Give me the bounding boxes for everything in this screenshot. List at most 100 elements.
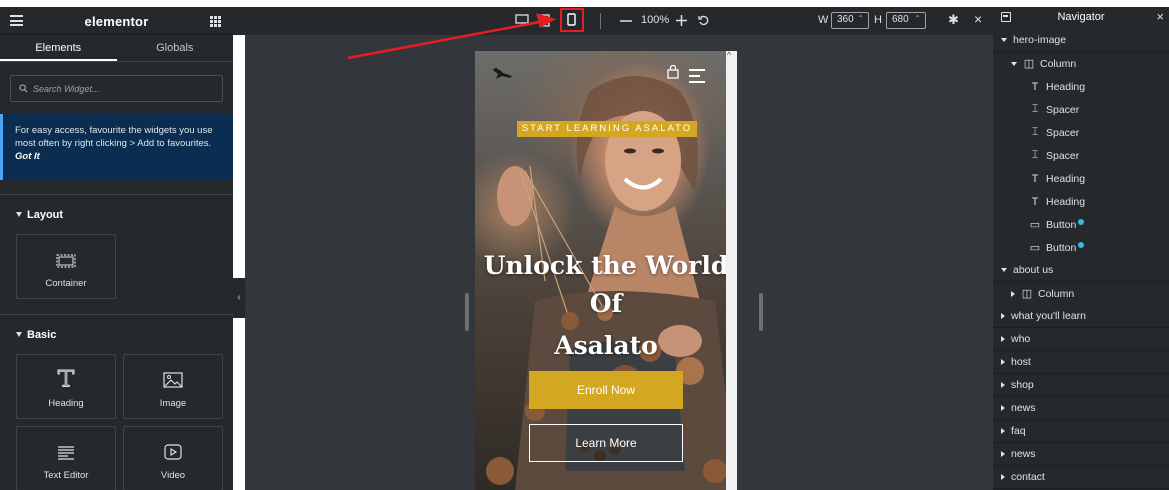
- caret-right-icon[interactable]: [1001, 382, 1005, 388]
- hero-tagline: START LEARNING ASALATO: [517, 121, 697, 137]
- navigator-item-label: news: [1011, 448, 1036, 460]
- navigator-item[interactable]: T Heading: [993, 75, 1169, 98]
- cart-icon[interactable]: [666, 65, 680, 79]
- enroll-now-button[interactable]: Enroll Now: [529, 371, 683, 409]
- navigator-item-label: host: [1011, 356, 1031, 368]
- panel-header: elementor: [0, 7, 233, 35]
- widget-heading[interactable]: Heading: [16, 354, 116, 419]
- navigator-item[interactable]: ◫ Column: [993, 282, 1169, 305]
- divider: [600, 13, 601, 29]
- navigator-item[interactable]: hero-image: [993, 29, 1169, 52]
- close-icon[interactable]: ×: [1156, 9, 1164, 24]
- navigator-item-label: faq: [1011, 425, 1026, 437]
- caret-right-icon[interactable]: [1001, 474, 1005, 480]
- tab-elements[interactable]: Elements: [0, 35, 117, 61]
- heading-icon: [57, 369, 75, 387]
- column-icon: ◫: [1021, 288, 1033, 300]
- caret-right-icon[interactable]: [1001, 405, 1005, 411]
- stepper-icon: ⌃: [914, 14, 921, 23]
- caret-right-icon[interactable]: [1001, 359, 1005, 365]
- navigator-item[interactable]: ◫ Column: [993, 52, 1169, 75]
- section-layout-header[interactable]: Layout: [0, 194, 233, 234]
- widget-label: Video: [160, 470, 186, 481]
- navigator-header: Navigator ×: [993, 7, 1169, 29]
- height-label: H: [874, 14, 882, 26]
- reset-zoom-icon[interactable]: [698, 15, 709, 26]
- navigator-item[interactable]: contact: [993, 466, 1169, 489]
- widget-label: Container: [45, 278, 87, 289]
- caret-right-icon[interactable]: [1001, 451, 1005, 457]
- tablet-icon[interactable]: [540, 14, 550, 27]
- caret-down-icon[interactable]: [1001, 38, 1007, 42]
- scroll-up-arrow-icon[interactable]: ^: [727, 51, 731, 60]
- button-icon: ▭: [1029, 219, 1041, 231]
- caret-down-icon: [16, 212, 22, 217]
- editor-topbar: 100% W 360 ⌃ H 680 ⌃ ✱ ×: [233, 7, 993, 35]
- width-input[interactable]: 360 ⌃: [831, 12, 869, 29]
- navigator-item[interactable]: ⌶ Spacer: [993, 98, 1169, 121]
- widget-image[interactable]: Image: [123, 354, 223, 419]
- mobile-icon: [567, 13, 576, 26]
- resize-handle-left[interactable]: [465, 293, 469, 331]
- caret-down-icon[interactable]: [1011, 61, 1017, 66]
- heading-icon: T: [1031, 195, 1039, 208]
- heading-icon: T: [1031, 80, 1039, 93]
- video-icon: [164, 444, 182, 460]
- spacer-icon: ⌶: [1031, 149, 1039, 161]
- navigator-item[interactable]: ⌶ Spacer: [993, 144, 1169, 167]
- navigator-item-label: shop: [1011, 379, 1034, 391]
- got-it-link[interactable]: Got It: [15, 151, 40, 162]
- navigator-item[interactable]: ▭ Button: [993, 213, 1169, 236]
- navigator-item[interactable]: news: [993, 397, 1169, 420]
- navigator-item[interactable]: news: [993, 443, 1169, 466]
- width-label: W: [818, 14, 829, 26]
- chevron-left-icon: ‹: [237, 292, 241, 303]
- navigator-item[interactable]: T Heading: [993, 167, 1169, 190]
- tab-globals[interactable]: Globals: [117, 35, 234, 61]
- navigator-item[interactable]: shop: [993, 374, 1169, 397]
- section-basic-title: Basic: [27, 328, 57, 341]
- caret-right-icon[interactable]: [1001, 313, 1005, 319]
- close-preview-icon[interactable]: ×: [974, 11, 982, 27]
- navigator-item[interactable]: what you'll learn: [993, 305, 1169, 328]
- status-badge: [1078, 241, 1085, 248]
- height-input[interactable]: 680 ⌃: [886, 12, 926, 29]
- navigator-item[interactable]: ▭ Button: [993, 236, 1169, 259]
- mobile-menu-icon[interactable]: [689, 69, 705, 87]
- navigator-item[interactable]: host: [993, 351, 1169, 374]
- learn-more-button[interactable]: Learn More: [529, 424, 683, 462]
- zoom-out-icon[interactable]: [620, 20, 632, 22]
- navigator-item-label: what you'll learn: [1011, 310, 1086, 322]
- search-widget-input[interactable]: Search Widget...: [10, 75, 223, 102]
- navigator-item-label: about us: [1013, 264, 1054, 276]
- status-badge: [1078, 218, 1085, 225]
- preview-scrollbar[interactable]: ^: [726, 51, 737, 490]
- zoom-in-icon[interactable]: [676, 15, 687, 26]
- widget-video[interactable]: Video: [123, 426, 223, 490]
- panel-tabs: Elements Globals: [0, 35, 233, 62]
- section-basic-header[interactable]: Basic: [0, 314, 233, 354]
- navigator-item[interactable]: who: [993, 328, 1169, 351]
- navigator-item-label: Column: [1038, 287, 1075, 300]
- caret-down-icon[interactable]: [1001, 268, 1007, 272]
- navigator-item[interactable]: faq: [993, 420, 1169, 443]
- resize-handle-right[interactable]: [759, 293, 763, 331]
- caret-right-icon[interactable]: [1001, 428, 1005, 434]
- width-value: 360: [837, 14, 854, 25]
- caret-right-icon[interactable]: [1011, 290, 1015, 297]
- desktop-icon[interactable]: [515, 14, 529, 26]
- widget-label: Heading: [48, 398, 84, 409]
- widget-text-editor[interactable]: Text Editor: [16, 426, 116, 490]
- widget-container[interactable]: Container: [16, 234, 116, 299]
- navigator-item[interactable]: T Heading: [993, 190, 1169, 213]
- caret-down-icon: [16, 332, 22, 337]
- navigator-item[interactable]: about us: [993, 259, 1169, 282]
- widgets-grid-icon[interactable]: [210, 16, 221, 27]
- mobile-device-selected[interactable]: [560, 8, 584, 32]
- layout-widgets: Container: [0, 234, 233, 299]
- caret-right-icon[interactable]: [1001, 336, 1005, 342]
- settings-gear-icon[interactable]: ✱: [948, 12, 959, 28]
- collapse-panel-toggle[interactable]: ‹: [233, 278, 245, 318]
- navigator-item[interactable]: ⌶ Spacer: [993, 121, 1169, 144]
- basic-widgets: Heading Image Text Editor Video: [0, 354, 233, 490]
